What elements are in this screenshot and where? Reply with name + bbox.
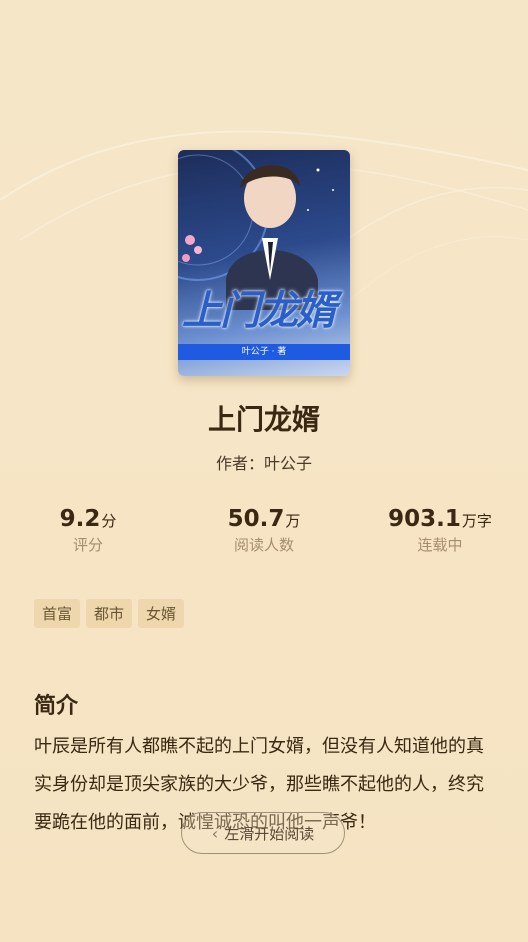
chevron-left-icon: ‹ <box>211 823 219 843</box>
start-reading-label: 左滑开始阅读 <box>224 824 315 843</box>
rating-value: 9.2 <box>59 506 101 532</box>
status-label: 连载中 <box>417 536 463 554</box>
stat-rating: 9.2分 评分 <box>0 506 176 555</box>
intro-heading: 简介 <box>34 694 79 719</box>
readers-label: 阅读人数 <box>233 536 294 554</box>
author-name[interactable]: 作者：叶公子 <box>0 450 528 474</box>
readers-unit: 万 <box>285 512 301 530</box>
cover-title: 上门龙婿 <box>182 288 336 334</box>
book-title: 上门龙婿 <box>207 403 320 436</box>
cover-author-band: 叶公子 · 著 <box>178 344 350 360</box>
book-cover[interactable]: 上门龙婿 叶公子 · 著 <box>178 150 350 376</box>
tag-chip[interactable]: 女婿 <box>138 599 185 628</box>
tag-list: 首富 都市 女婿 <box>34 599 185 628</box>
readers-value: 50.7 <box>227 506 285 532</box>
tag-chip[interactable]: 首富 <box>34 599 81 628</box>
wordcount-value: 903.1 <box>388 506 461 532</box>
start-reading-button[interactable]: ‹ 左滑开始阅读 <box>181 812 345 854</box>
wordcount-unit: 万字 <box>461 512 492 530</box>
rating-label: 评分 <box>72 536 103 554</box>
tag-chip[interactable]: 都市 <box>86 599 133 628</box>
cover-illustration <box>178 150 334 310</box>
stat-wordcount: 903.1万字 连载中 <box>352 506 528 555</box>
stat-readers: 50.7万 阅读人数 <box>176 506 352 555</box>
rating-unit: 分 <box>101 512 117 530</box>
